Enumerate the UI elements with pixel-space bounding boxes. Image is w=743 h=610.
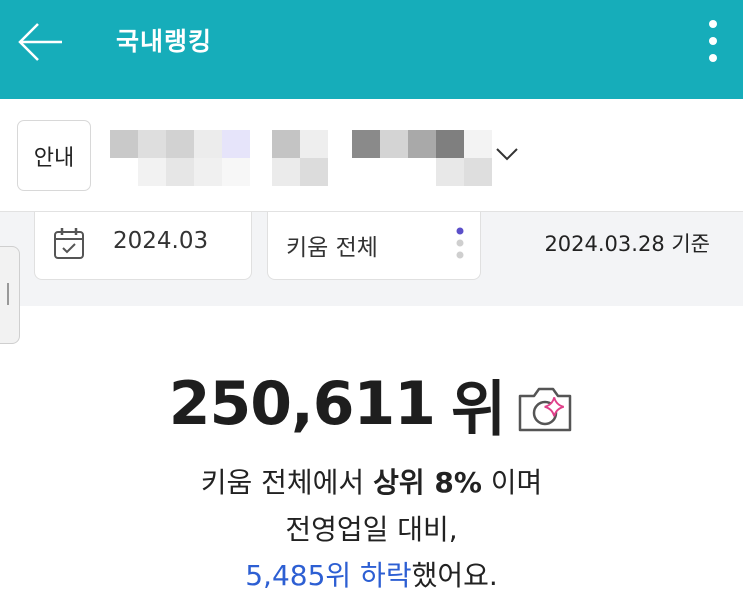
account-selector-masked[interactable] — [110, 130, 492, 186]
line3-tail: 했어요. — [411, 559, 498, 592]
chevron-down-icon[interactable] — [494, 143, 520, 165]
guide-button[interactable]: 안내 — [17, 120, 91, 191]
calendar-icon — [54, 228, 84, 259]
side-drawer-handle[interactable] — [0, 246, 20, 344]
rank-unit: 위 — [451, 374, 507, 445]
market-value: 키움 전체 — [286, 235, 378, 261]
top-percent: 상위 8% — [373, 466, 482, 499]
camera-sparkle-icon[interactable] — [516, 382, 574, 434]
page-title: 국내랭킹 — [116, 27, 213, 56]
date-selector[interactable]: 2024.03 — [34, 212, 252, 280]
rank-description-line2: 전영업일 대비, — [285, 513, 458, 546]
rank-display: 250,611 위 — [0, 364, 743, 445]
line1-tail: 이며 — [490, 466, 543, 499]
rank-change: 5,485위 하락 — [245, 559, 412, 592]
market-selector[interactable]: 키움 전체 — [267, 212, 481, 280]
date-value: 2024.03 — [113, 228, 209, 254]
grip-icon — [7, 283, 9, 305]
rank-number: 250,611 — [168, 369, 436, 439]
more-vertical-icon[interactable] — [698, 16, 728, 68]
as-of-date: 2024.03.28 기준 — [544, 232, 710, 256]
rank-description-line1: 키움 전체에서 상위 8% 이며 — [0, 461, 743, 501]
rank-description-line3: 5,485위 하락했어요. — [0, 554, 743, 594]
back-arrow-icon[interactable] — [14, 18, 68, 66]
market-text: 키움 전체에서 — [200, 466, 365, 499]
dots-icon — [456, 227, 464, 259]
app-header: 국내랭킹 — [0, 0, 743, 99]
